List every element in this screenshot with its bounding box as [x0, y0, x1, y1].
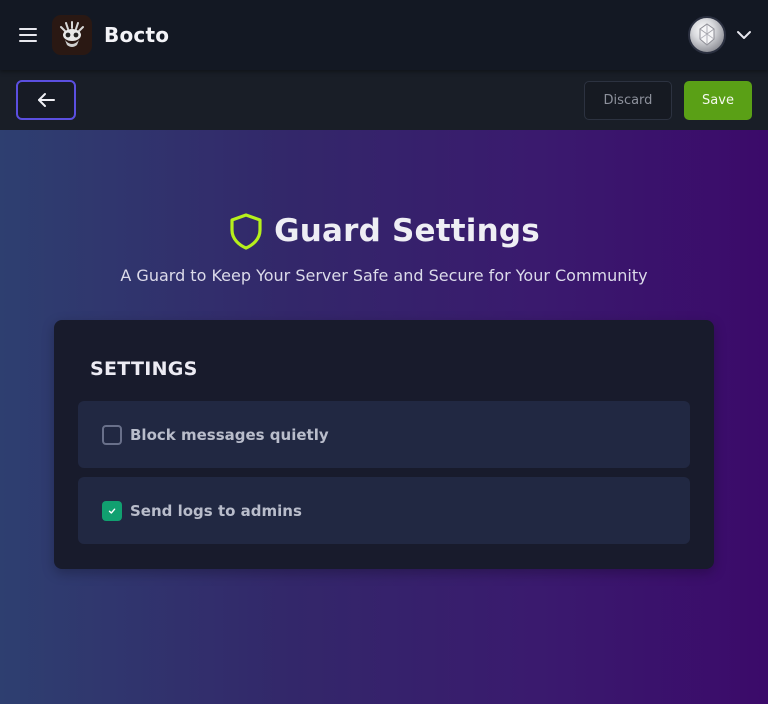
- shield-icon: [230, 213, 262, 250]
- top-navbar: Bocto: [0, 0, 768, 70]
- option-label: Send logs to admins: [130, 501, 302, 520]
- option-send-logs-to-admins[interactable]: Send logs to admins: [78, 477, 690, 544]
- settings-section-title: SETTINGS: [90, 358, 198, 380]
- arrow-left-icon: [38, 93, 55, 107]
- action-bar: Discard Save: [0, 70, 768, 130]
- user-avatar[interactable]: [688, 16, 726, 54]
- option-block-messages-quietly[interactable]: Block messages quietly: [78, 401, 690, 468]
- chevron-down-icon[interactable]: [736, 27, 752, 43]
- discard-button[interactable]: Discard: [584, 80, 672, 120]
- account-menu[interactable]: [688, 16, 752, 54]
- hamburger-menu-icon[interactable]: [18, 27, 38, 43]
- page-heading: Guard Settings: [0, 212, 768, 250]
- page-title: Guard Settings: [274, 213, 540, 249]
- checkbox-checked[interactable]: [102, 500, 122, 521]
- check-icon: [108, 508, 116, 514]
- bocto-logo-icon[interactable]: [52, 15, 92, 55]
- main-content: Guard Settings A Guard to Keep Your Serv…: [0, 130, 768, 704]
- settings-card: SETTINGS Block messages quietly Send log…: [54, 320, 714, 569]
- save-button[interactable]: Save: [684, 80, 752, 120]
- back-button[interactable]: [16, 80, 76, 120]
- option-label: Block messages quietly: [130, 425, 329, 444]
- app-title: Bocto: [104, 23, 170, 47]
- checkbox-unchecked[interactable]: [102, 424, 122, 445]
- page-subtitle: A Guard to Keep Your Server Safe and Sec…: [120, 266, 648, 285]
